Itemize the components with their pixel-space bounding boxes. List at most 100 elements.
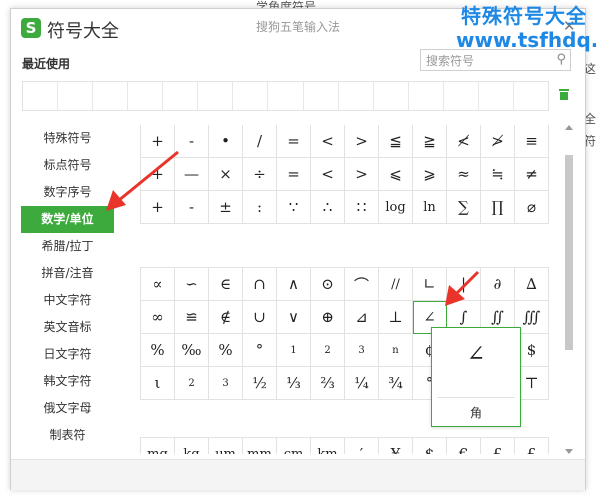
symbol-cell[interactable]: mm (243, 438, 277, 454)
symbol-cell[interactable]: > (345, 125, 379, 158)
sidebar-item[interactable]: 中文字符 (21, 287, 114, 314)
symbol-cell[interactable]: ∞ (141, 301, 175, 334)
symbol-cell[interactable]: ⊥ (379, 301, 413, 334)
recent-symbol-slot[interactable] (23, 82, 59, 110)
recent-symbol-slot[interactable] (339, 82, 374, 110)
sidebar-item[interactable]: 制表符 (21, 422, 114, 449)
recent-symbol-slot[interactable] (198, 82, 234, 110)
symbol-cell[interactable]: km (311, 438, 345, 454)
sidebar-item[interactable]: 数学/单位 (21, 206, 114, 233)
sidebar-item[interactable]: 日文字符 (21, 341, 114, 368)
symbol-cell[interactable]: ≠ (515, 158, 549, 191)
symbol-cell[interactable]: 1 (277, 334, 311, 367)
search-box[interactable]: ⚲ (420, 49, 571, 71)
symbol-cell[interactable]: ≮ (447, 125, 481, 158)
recent-symbol-slot[interactable] (304, 82, 339, 110)
symbol-cell[interactable]: ∂ (481, 268, 515, 301)
recent-symbol-slot[interactable] (163, 82, 199, 110)
symbol-cell[interactable]: ln (413, 191, 447, 224)
symbol-cell[interactable]: ≯ (481, 125, 515, 158)
symbol-cell[interactable]: 2 (175, 367, 209, 400)
symbol-cell[interactable]: ¾ (379, 367, 413, 400)
symbol-cell[interactable]: ¥ (379, 438, 413, 454)
symbol-cell[interactable]: ∵ (277, 191, 311, 224)
symbol-cell[interactable]: ≧ (413, 125, 447, 158)
symbol-cell[interactable]: + (141, 125, 175, 158)
symbol-cell[interactable]: ¼ (345, 367, 379, 400)
symbol-cell[interactable]: ≌ (175, 301, 209, 334)
symbol-cell[interactable]: ∪ (243, 301, 277, 334)
scroll-thumb[interactable] (565, 155, 573, 350)
recent-symbol-slot[interactable] (374, 82, 409, 110)
symbol-cell[interactable]: ∝ (141, 268, 175, 301)
recent-symbol-slot[interactable] (233, 82, 269, 110)
symbol-cell[interactable]: ⊕ (311, 301, 345, 334)
recent-symbol-slot[interactable] (128, 82, 164, 110)
recent-symbol-slot[interactable] (444, 82, 479, 110)
symbol-cell[interactable]: % (209, 334, 243, 367)
symbol-cell[interactable]: ∷ (345, 191, 379, 224)
symbol-cell[interactable]: ∽ (175, 268, 209, 301)
recent-symbol-slot[interactable] (514, 82, 548, 110)
symbol-cell[interactable]: ⩾ (413, 158, 447, 191)
symbol-cell[interactable]: × (209, 158, 243, 191)
symbol-cell[interactable]: / (243, 125, 277, 158)
symbol-cell[interactable]: 3 (209, 367, 243, 400)
symbol-cell[interactable]: ⌀ (515, 191, 549, 224)
symbol-cell[interactable]: | (447, 268, 481, 301)
recent-symbol-slot[interactable] (93, 82, 129, 110)
symbol-cell[interactable]: n (379, 334, 413, 367)
scrollbar[interactable] (564, 125, 574, 454)
sidebar-item[interactable]: 数字序号 (21, 179, 114, 206)
symbol-cell[interactable]: ≒ (481, 158, 515, 191)
symbol-cell[interactable]: ∩ (243, 268, 277, 301)
symbol-cell[interactable]: ∨ (277, 301, 311, 334)
symbol-cell[interactable]: $ (413, 438, 447, 454)
symbol-cell[interactable]: ∴ (311, 191, 345, 224)
symbol-cell[interactable]: < (311, 125, 345, 158)
symbol-cell[interactable]: ∏ (481, 191, 515, 224)
symbol-cell[interactable]: ∟ (413, 268, 447, 301)
symbol-cell[interactable]: ∆ (515, 268, 549, 301)
symbol-cell[interactable]: ⊿ (345, 301, 379, 334)
sidebar-item[interactable]: 特殊符号 (21, 125, 114, 152)
symbol-cell[interactable]: ι (141, 367, 175, 400)
scroll-up-icon[interactable] (565, 125, 573, 130)
symbol-cell[interactable]: - (175, 125, 209, 158)
symbol-cell[interactable]: > (345, 158, 379, 191)
sidebar-item[interactable]: 韩文字符 (21, 368, 114, 395)
sidebar-item[interactable]: 拼音/注音 (21, 260, 114, 287)
scroll-down-icon[interactable] (565, 449, 573, 454)
symbol-cell[interactable]: ‰ (175, 334, 209, 367)
symbol-cell[interactable]: £ (515, 438, 549, 454)
symbol-cell[interactable]: 3 (345, 334, 379, 367)
symbol-cell[interactable]: ⅔ (311, 367, 345, 400)
symbol-cell[interactable]: kg (175, 438, 209, 454)
symbol-cell[interactable]: ′ (345, 438, 379, 454)
symbol-cell[interactable]: ± (209, 191, 243, 224)
recent-symbol-slot[interactable] (479, 82, 514, 110)
symbol-cell[interactable]: ⅓ (277, 367, 311, 400)
symbol-cell[interactable]: ≡ (515, 125, 549, 158)
symbol-cell[interactable]: cm (277, 438, 311, 454)
symbol-cell[interactable]: ½ (243, 367, 277, 400)
symbol-cell[interactable]: - (175, 191, 209, 224)
symbol-cell[interactable]: • (209, 125, 243, 158)
symbol-cell[interactable]: = (277, 125, 311, 158)
symbol-cell[interactable]: ∈ (209, 268, 243, 301)
sidebar-item[interactable]: 标点符号 (21, 152, 114, 179)
symbol-cell[interactable]: — (175, 158, 209, 191)
symbol-cell[interactable]: ∑ (447, 191, 481, 224)
symbol-cell[interactable]: ⩽ (379, 158, 413, 191)
symbol-cell[interactable]: μm (209, 438, 243, 454)
search-input[interactable] (421, 51, 546, 71)
sidebar-item[interactable]: 希腊/拉丁 (21, 233, 114, 260)
symbol-cell[interactable]: = (277, 158, 311, 191)
symbol-cell[interactable]: // (379, 268, 413, 301)
symbol-cell[interactable]: £ (481, 438, 515, 454)
sidebar-item[interactable]: 俄文字母 (21, 395, 114, 422)
symbol-cell[interactable]: + (141, 158, 175, 191)
trash-icon[interactable] (559, 89, 569, 100)
symbol-cell[interactable]: < (311, 158, 345, 191)
symbol-cell[interactable]: + (141, 191, 175, 224)
